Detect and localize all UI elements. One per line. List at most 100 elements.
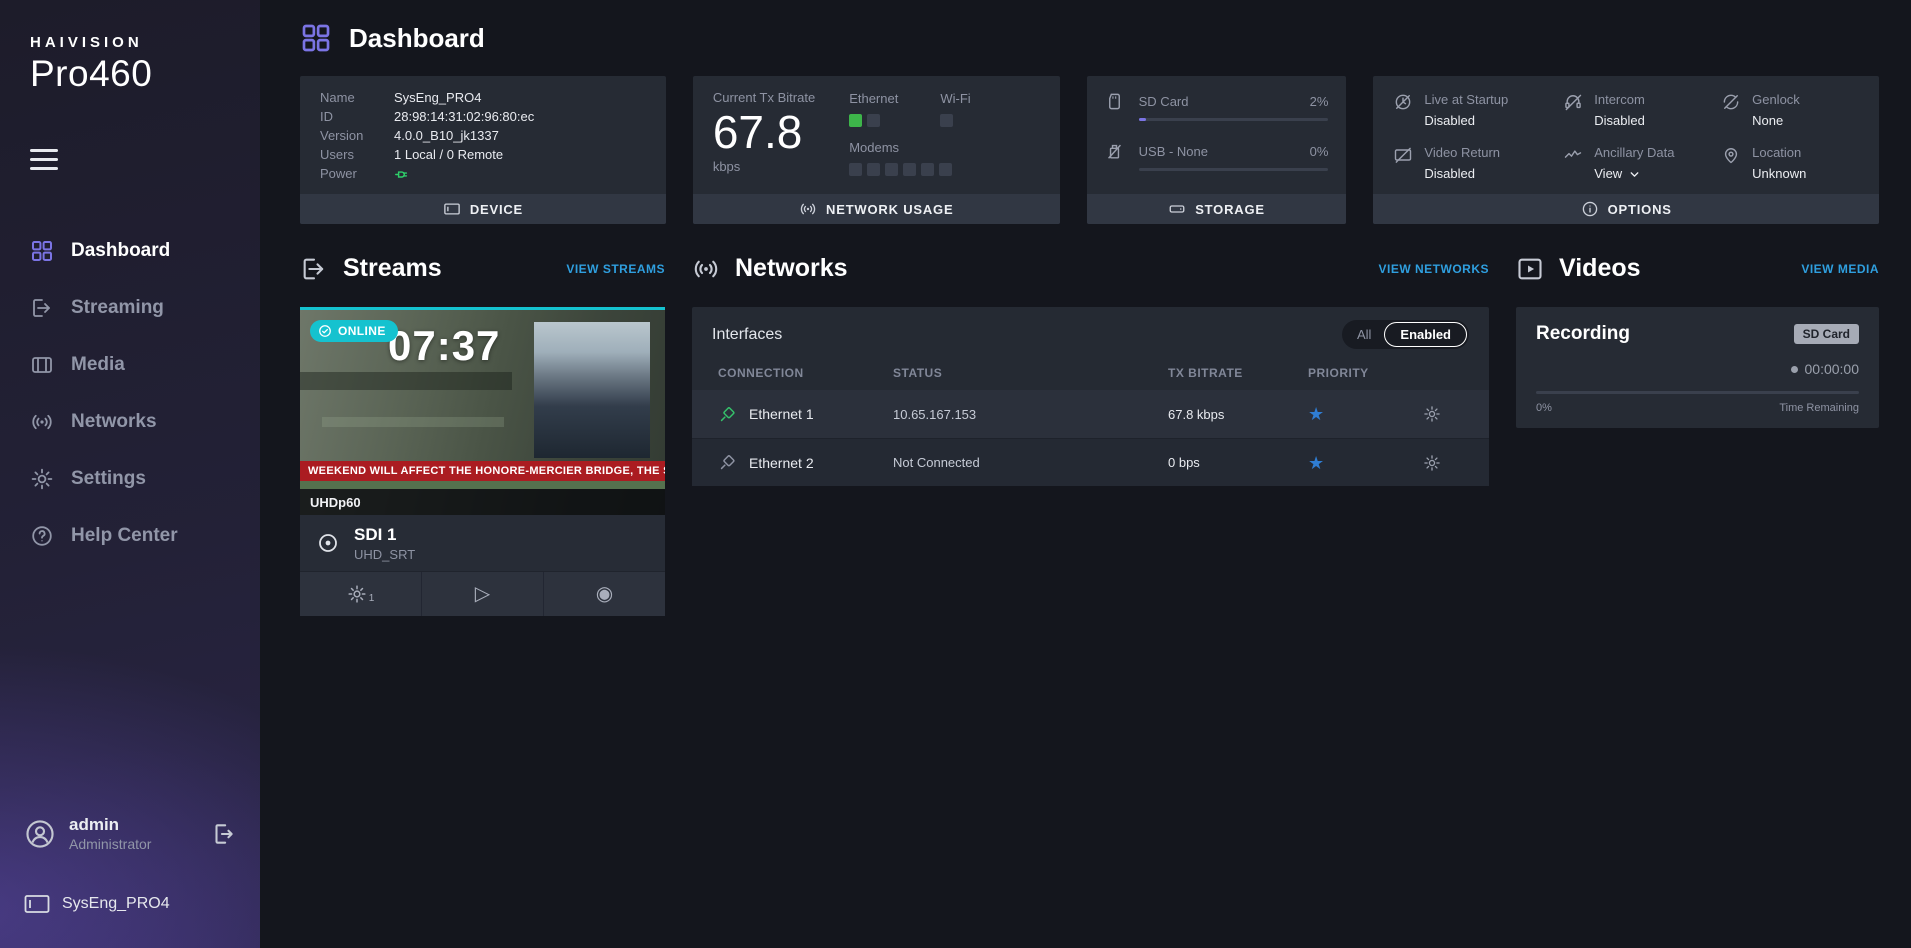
table-row[interactable]: Ethernet 1 10.65.167.153 67.8 kbps ★: [692, 390, 1489, 438]
option-label: Location: [1752, 145, 1801, 160]
view-media-link[interactable]: VIEW MEDIA: [1801, 262, 1879, 276]
options-card: Live at Startup Disabled Intercom Disabl…: [1373, 76, 1879, 224]
check-circle-icon: [318, 324, 332, 338]
device-row-power: Power: [320, 165, 646, 183]
sidebar-item-dashboard[interactable]: Dashboard: [0, 226, 260, 276]
user-role: Administrator: [69, 836, 151, 852]
option-value: Disabled: [1594, 113, 1645, 128]
menu-toggle-icon[interactable]: [30, 149, 58, 170]
option-intercom: Intercom Disabled: [1563, 91, 1713, 128]
wifi-indicator: Wi-Fi: [940, 91, 970, 127]
streaming-icon: [30, 296, 54, 320]
resolution-bar: UHDp60: [300, 489, 665, 515]
stream-name: UHD_SRT: [354, 547, 415, 562]
ancillary-data-dropdown[interactable]: View: [1594, 166, 1674, 181]
options-card-footer[interactable]: OPTIONS: [1373, 194, 1879, 224]
option-label: Live at Startup: [1424, 92, 1508, 107]
wifi-squares: [940, 114, 970, 127]
videos-header: Videos VIEW MEDIA: [1516, 254, 1879, 283]
device-row-label: Users: [320, 146, 394, 164]
intercom-disabled-icon: [1563, 92, 1583, 112]
column-priority: PRIORITY: [1308, 366, 1423, 380]
sidebar-item-streaming[interactable]: Streaming: [0, 283, 260, 333]
summary-cards: Name SysEng_PRO4 ID 28:98:14:31:02:96:80…: [260, 76, 1911, 224]
stream-card[interactable]: 07:37 WEEKEND WILL AFFECT THE HONORE-MER…: [300, 307, 665, 616]
priority-star-icon[interactable]: ★: [1308, 405, 1423, 423]
sidebar-item-label: Networks: [71, 411, 157, 433]
priority-star-icon[interactable]: ★: [1308, 454, 1423, 472]
waveform-icon: [1563, 145, 1583, 165]
network-card-footer[interactable]: NETWORK USAGE: [693, 194, 1060, 224]
option-value: Disabled: [1424, 113, 1508, 128]
option-label: Genlock: [1752, 92, 1800, 107]
device-card-footer[interactable]: DEVICE: [300, 194, 666, 224]
recording-progress-bar: [1536, 391, 1859, 394]
network-usage-card: Current Tx Bitrate 67.8 kbps Ethernet Wi…: [693, 76, 1060, 224]
ethernet-squares: [849, 114, 898, 127]
option-label: Intercom: [1594, 92, 1645, 107]
option-location: Location Unknown: [1721, 144, 1859, 181]
video-return-disabled-icon: [1393, 145, 1413, 165]
option-value: View: [1594, 166, 1622, 181]
recording-target-badge: SD Card: [1794, 324, 1859, 344]
stream-play-button[interactable]: ▷: [421, 572, 543, 616]
sidebar-nav: Dashboard Streaming Media Networks Setti…: [0, 226, 260, 561]
storage-percent: 0%: [1310, 144, 1329, 159]
videos-title: Videos: [1559, 254, 1641, 283]
view-streams-link[interactable]: VIEW STREAMS: [566, 262, 665, 276]
filter-all-button[interactable]: All: [1344, 323, 1384, 346]
storage-item-sd: SD Card 2%: [1105, 92, 1329, 121]
device-row-label: ID: [320, 108, 394, 126]
bitrate-label: Current Tx Bitrate: [713, 90, 815, 105]
view-networks-link[interactable]: VIEW NETWORKS: [1379, 262, 1490, 276]
gear-icon: [30, 467, 54, 491]
connection-bitrate: 67.8 kbps: [1168, 407, 1308, 422]
sidebar-item-media[interactable]: Media: [0, 340, 260, 390]
logout-icon[interactable]: [210, 821, 236, 847]
user-menu[interactable]: admin Administrator: [0, 805, 260, 862]
interfaces-panel: Interfaces All Enabled CONNECTION STATUS…: [692, 307, 1489, 486]
avatar-icon: [24, 818, 56, 850]
stream-record-button[interactable]: ◉: [543, 572, 665, 616]
bitrate-value: 67.8: [713, 108, 815, 156]
page-title: Dashboard: [349, 23, 485, 54]
brand: HAIVISION Pro460: [0, 0, 260, 95]
sidebar-bottom: admin Administrator SysEng_PRO4: [0, 805, 260, 948]
sidebar-item-settings[interactable]: Settings: [0, 454, 260, 504]
power-plug-icon: [394, 166, 411, 183]
location-pin-icon: [1721, 145, 1741, 165]
sidebar-item-help-center[interactable]: Help Center: [0, 511, 260, 561]
option-value: None: [1752, 113, 1800, 128]
stream-info-row[interactable]: SDI 1 UHD_SRT: [300, 515, 665, 571]
storage-card-footer[interactable]: STORAGE: [1087, 194, 1347, 224]
option-label: Video Return: [1424, 145, 1500, 160]
wifi-label: Wi-Fi: [940, 91, 970, 106]
networks-title: Networks: [735, 254, 848, 283]
storage-progress-bar: [1139, 118, 1329, 121]
interface-settings-gear-icon[interactable]: [1423, 454, 1441, 472]
ethernet-cable-icon: [718, 453, 737, 472]
antenna-icon: [799, 200, 817, 218]
ethernet-cable-icon: [718, 405, 737, 424]
recording-panel[interactable]: Recording SD Card 00:00:00 0% Time Remai…: [1516, 307, 1879, 428]
monitor-icon: [24, 894, 50, 914]
thumbnail-strip: [300, 481, 665, 489]
stream-thumbnail[interactable]: 07:37 WEEKEND WILL AFFECT THE HONORE-MER…: [300, 310, 665, 515]
option-genlock: Genlock None: [1721, 91, 1859, 128]
table-row[interactable]: Ethernet 2 Not Connected 0 bps ★: [692, 438, 1489, 486]
video-play-icon: [1516, 255, 1544, 283]
main-content: Dashboard Name SysEng_PRO4 ID 28:98:14:3…: [260, 0, 1911, 948]
online-status-badge: ONLINE: [310, 320, 398, 342]
filter-enabled-button[interactable]: Enabled: [1384, 322, 1467, 347]
sidebar-item-networks[interactable]: Networks: [0, 397, 260, 447]
info-icon: [1581, 200, 1599, 218]
option-label: Ancillary Data: [1594, 145, 1674, 160]
interface-settings-gear-icon[interactable]: [1423, 405, 1441, 423]
stream-settings-button[interactable]: 1: [300, 572, 421, 616]
network-card-body: Current Tx Bitrate 67.8 kbps Ethernet Wi…: [693, 76, 1060, 194]
recording-header: Recording SD Card: [1536, 323, 1859, 345]
brand-product-name: Pro460: [30, 53, 260, 95]
storage-label: USB - None: [1139, 144, 1302, 159]
storage-percent: 2%: [1310, 94, 1329, 109]
device-row-users: Users 1 Local / 0 Remote: [320, 146, 646, 164]
